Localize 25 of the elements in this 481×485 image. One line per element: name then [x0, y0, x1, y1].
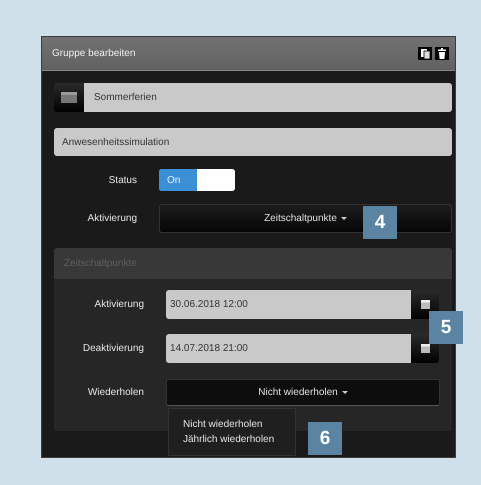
group-icon-button[interactable]: [54, 83, 84, 112]
window-title: Gruppe bearbeiten: [52, 48, 136, 59]
name-field[interactable]: Sommerferien: [84, 83, 452, 112]
date-label: Aktivierung: [94, 299, 144, 310]
repeat-label: Wiederholen: [86, 387, 144, 398]
date-label: Deaktivierung: [82, 343, 144, 354]
caret-icon: [340, 217, 347, 220]
date-field[interactable]: 30.06.2018 12:00: [166, 290, 411, 319]
copy-icon[interactable]: [418, 47, 432, 60]
type-field[interactable]: Anwesenheitssimulation: [54, 128, 452, 156]
callout-number: 4: [363, 206, 397, 239]
calendar-icon: [420, 344, 430, 353]
callout-number: 6: [308, 422, 342, 455]
repeat-dropdown[interactable]: Nicht wiederholen: [166, 379, 440, 406]
calendar-icon: [420, 300, 430, 309]
calendar-button[interactable]: [411, 290, 439, 319]
status-label: Status: [108, 174, 137, 186]
caret-icon: [342, 391, 348, 394]
callout-number: 5: [429, 311, 463, 344]
menu-item[interactable]: Nicht wiederholen: [183, 419, 295, 430]
list-icon: [61, 92, 77, 103]
delete-icon[interactable]: [435, 47, 449, 60]
menu-item[interactable]: Jährlich wiederholen: [183, 434, 295, 445]
date-field[interactable]: 14.07.2018 21:00: [166, 334, 411, 363]
activation-label: Aktivierung: [86, 213, 137, 224]
